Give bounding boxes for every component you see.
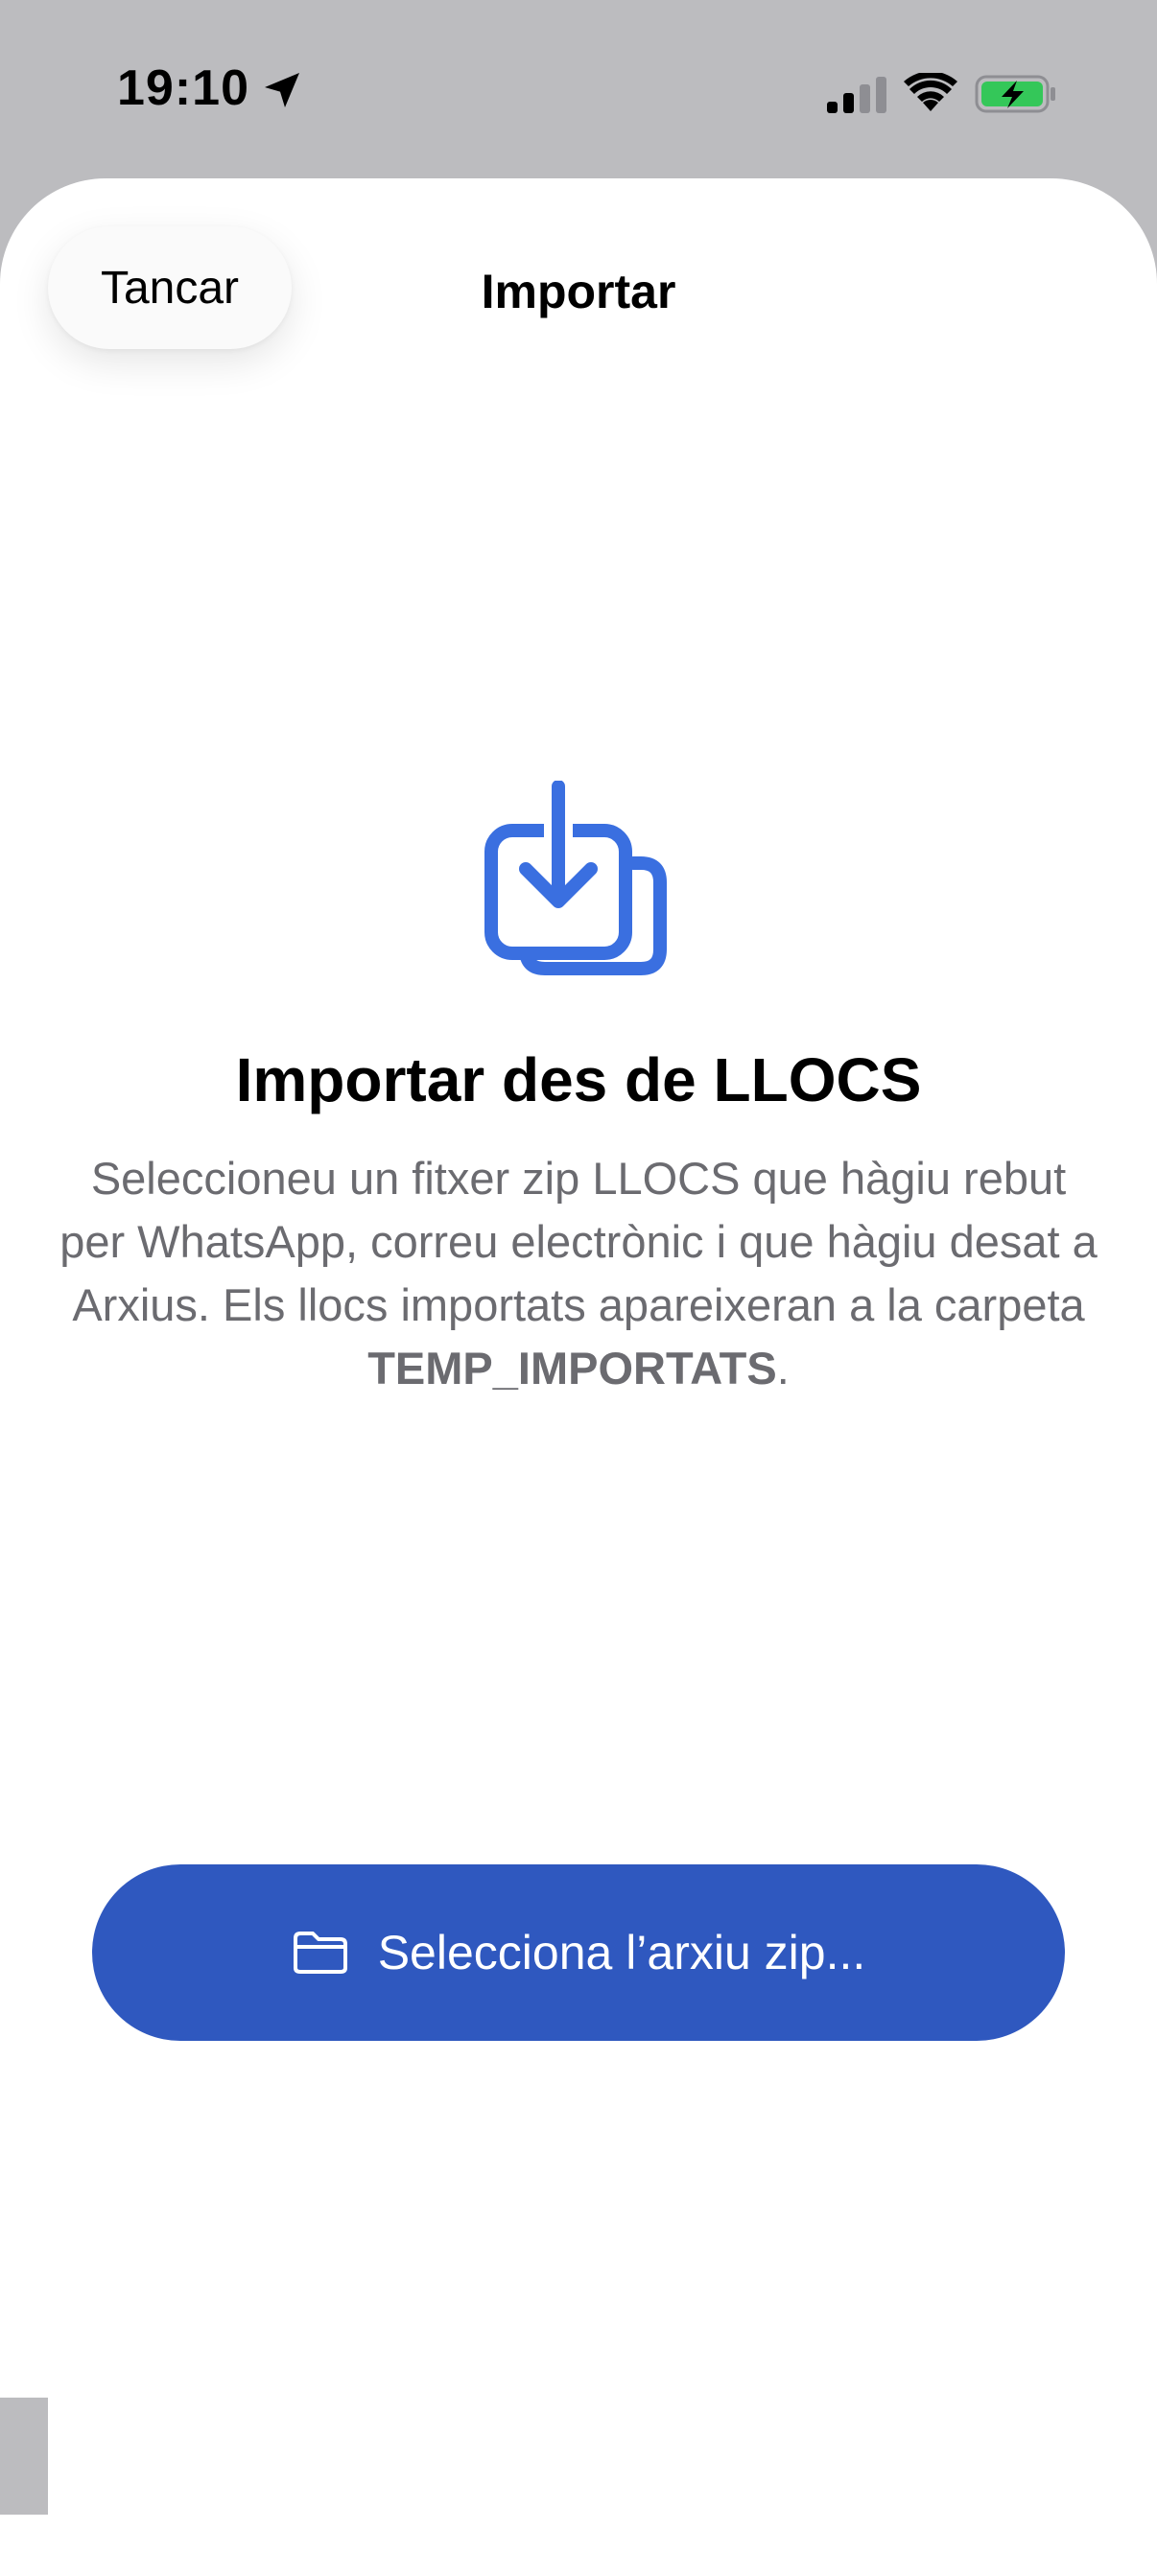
import-download-icon (484, 781, 667, 975)
import-sheet: Tancar Importar Importar des de LLOCS Se… (0, 178, 1157, 2576)
description-end: . (776, 1343, 790, 1393)
background-edge (0, 2398, 48, 2515)
cellular-signal-icon (827, 77, 886, 113)
status-bar: 19:10 (0, 0, 1157, 173)
select-zip-label: Selecciona l’arxiu zip... (377, 1926, 866, 1979)
folder-icon (293, 1932, 347, 1974)
folder-name: TEMP_IMPORTATS (367, 1343, 777, 1393)
battery-charging-icon (975, 75, 1055, 113)
wifi-icon (904, 73, 957, 111)
import-heading: Importar des de LLOCS (235, 1045, 922, 1114)
select-zip-button[interactable]: Selecciona l’arxiu zip... (92, 1864, 1065, 2041)
location-arrow-icon (265, 73, 299, 107)
status-time: 19:10 (117, 60, 249, 116)
description-text: Seleccioneu un fitxer zip LLOCS que hàgi… (59, 1153, 1098, 1330)
sheet-title: Importar (481, 265, 676, 318)
import-description: Seleccioneu un fitxer zip LLOCS que hàgi… (58, 1147, 1099, 1400)
